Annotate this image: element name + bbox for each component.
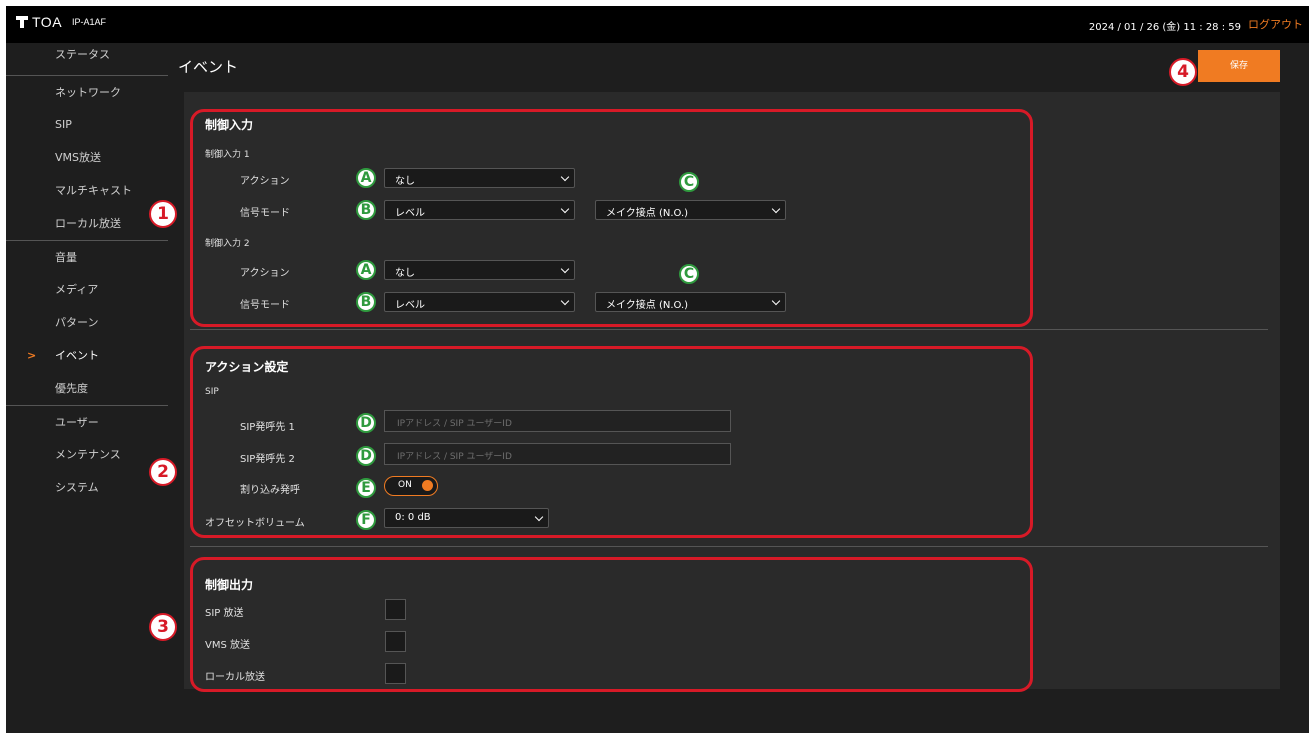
brand-name: TOA	[32, 14, 63, 30]
callout-letter-b: B	[356, 200, 376, 220]
sidebar-item-maintenance[interactable]: メンテナンス	[6, 438, 168, 471]
logout-link[interactable]: ログアウト	[1248, 16, 1303, 32]
sidebar-item-priority[interactable]: 優先度	[6, 372, 168, 405]
callout-box-3	[190, 557, 1033, 692]
sidebar-item-system[interactable]: システム	[6, 471, 168, 504]
sidebar-item-network[interactable]: ネットワーク	[6, 75, 168, 108]
callout-letter-c: C	[679, 264, 699, 284]
callout-box-1	[190, 109, 1033, 327]
sidebar-item-multicast[interactable]: マルチキャスト	[6, 174, 168, 207]
callout-box-2	[190, 346, 1033, 538]
callout-letter-b: B	[356, 292, 376, 312]
page-title: イベント	[178, 58, 239, 76]
model-name: IP-A1AF	[72, 17, 107, 27]
sidebar-item-event[interactable]: > イベント	[6, 339, 168, 372]
sidebar-item-volume[interactable]: 音量	[6, 240, 168, 273]
datetime-display: 2024 / 01 / 26 (金) 11 : 28 : 59	[1088, 22, 1241, 33]
callout-number-1: 1	[149, 200, 177, 228]
callout-letter-c: C	[679, 172, 699, 192]
callout-number-3: 3	[149, 613, 177, 641]
save-button[interactable]: 保存	[1198, 50, 1280, 82]
toa-logo-icon	[16, 16, 28, 28]
callout-letter-d: D	[356, 413, 376, 433]
sidebar-item-media[interactable]: メディア	[6, 273, 168, 306]
callout-letter-a: A	[356, 168, 376, 188]
callout-letter-f: F	[356, 510, 376, 530]
callout-letter-e: E	[356, 478, 376, 498]
section-divider	[190, 546, 1268, 547]
sidebar: ステータス ネットワーク SIP VMS放送 マルチキャスト ローカル放送 音量…	[6, 43, 168, 504]
sidebar-item-user[interactable]: ユーザー	[6, 405, 168, 438]
sidebar-item-vms[interactable]: VMS放送	[6, 141, 168, 174]
callout-letter-a: A	[356, 260, 376, 280]
sidebar-item-label: イベント	[55, 349, 99, 362]
section-divider	[190, 329, 1268, 330]
top-bar: TOA IP-A1AF 2024 / 01 / 26 (金) 11 : 28 :…	[6, 6, 1309, 43]
callout-number-4: 4	[1169, 58, 1197, 86]
chevron-right-icon: >	[27, 349, 37, 362]
callout-number-2: 2	[149, 458, 177, 486]
brand-logo: TOA IP-A1AF	[16, 14, 106, 30]
sidebar-item-pattern[interactable]: パターン	[6, 306, 168, 339]
sidebar-item-sip[interactable]: SIP	[6, 108, 168, 141]
callout-letter-d: D	[356, 446, 376, 466]
sidebar-item-local-broadcast[interactable]: ローカル放送	[6, 207, 168, 240]
sidebar-item-status[interactable]: ステータス	[6, 43, 168, 75]
